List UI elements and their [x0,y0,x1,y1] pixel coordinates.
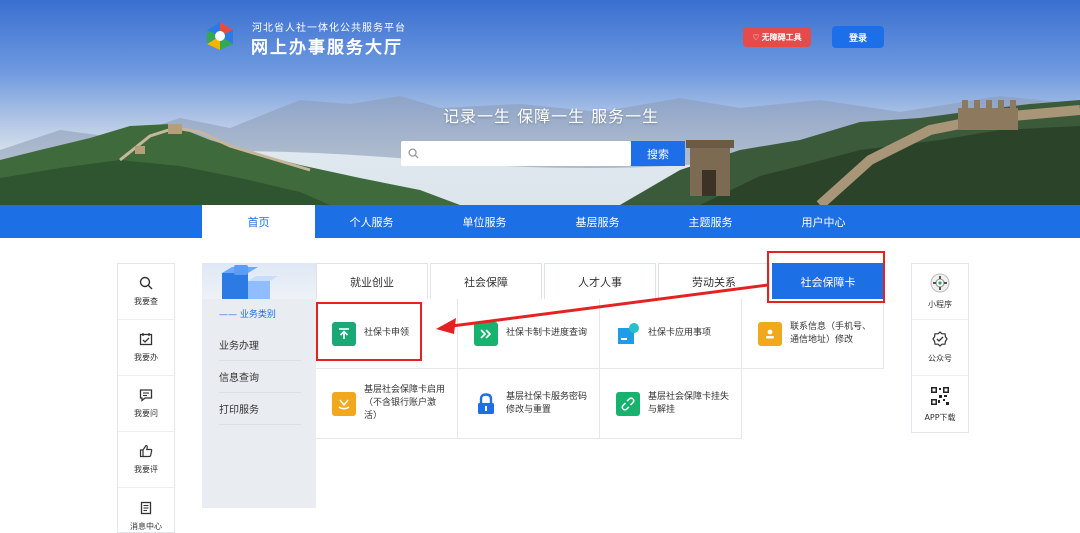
page: 河北省人社一体化公共服务平台 网上办事服务大厅 ♡ 无障碍工具 登录 记录一生 … [0,0,1080,533]
annotation-arrow [436,283,769,334]
